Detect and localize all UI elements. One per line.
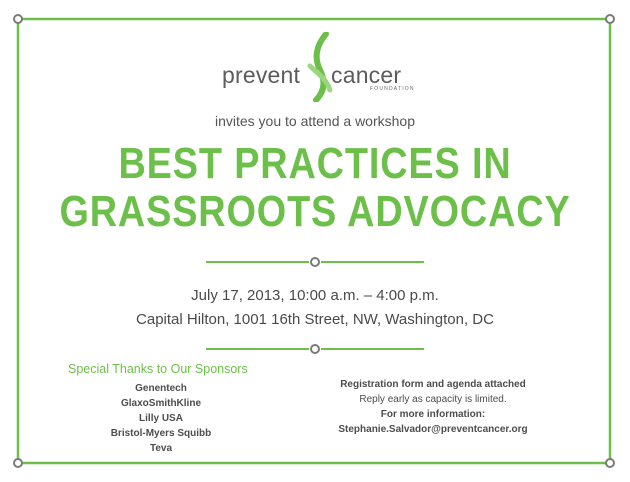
sponsor-item: Bristol-Myers Squibb bbox=[110, 428, 212, 439]
logo-word-cancer: cancer bbox=[331, 62, 402, 88]
event-venue: Capital Hilton, 1001 16th Street, NW, Wa… bbox=[136, 311, 494, 328]
headline-line-2: GRASSROOTS ADVOCACY bbox=[59, 187, 571, 236]
sponsor-item: Genentech bbox=[135, 383, 187, 394]
logo-subtitle: FOUNDATION bbox=[370, 86, 415, 92]
divider-bottom bbox=[206, 344, 424, 354]
capacity-line: Reply early as capacity is limited. bbox=[359, 394, 507, 405]
contact-email[interactable]: Stephanie.Salvador@preventcancer.org bbox=[330, 422, 536, 437]
sponsor-item: Lilly USA bbox=[139, 413, 183, 424]
event-date-time: July 17, 2013, 10:00 a.m. – 4:00 p.m. bbox=[191, 287, 439, 304]
sponsor-item: Teva bbox=[149, 443, 173, 454]
sponsors-title: Special Thanks to Our Sponsors bbox=[68, 362, 248, 376]
corner-dot-bottom-left bbox=[13, 458, 23, 468]
corner-dot-top-right bbox=[605, 14, 615, 24]
logo-word-prevent: prevent bbox=[222, 62, 301, 88]
corner-dot-bottom-right bbox=[605, 458, 615, 468]
registration-line: Registration form and agenda attached bbox=[340, 379, 526, 390]
headline-line-1: BEST PRACTICES IN bbox=[118, 139, 512, 188]
registration-info: Registration form and agenda attached Re… bbox=[330, 377, 536, 437]
corner-dot-top-left bbox=[13, 14, 23, 24]
more-info-label: For more information: bbox=[380, 409, 486, 420]
invite-text: invites you to attend a workshop bbox=[214, 113, 415, 129]
divider-top bbox=[206, 257, 424, 267]
sponsor-list: Genentech GlaxoSmithKline Lilly USA Bris… bbox=[86, 381, 236, 456]
sponsor-item: GlaxoSmithKline bbox=[120, 398, 201, 409]
prevent-cancer-logo: prevent cancer FOUNDATION bbox=[0, 32, 630, 102]
